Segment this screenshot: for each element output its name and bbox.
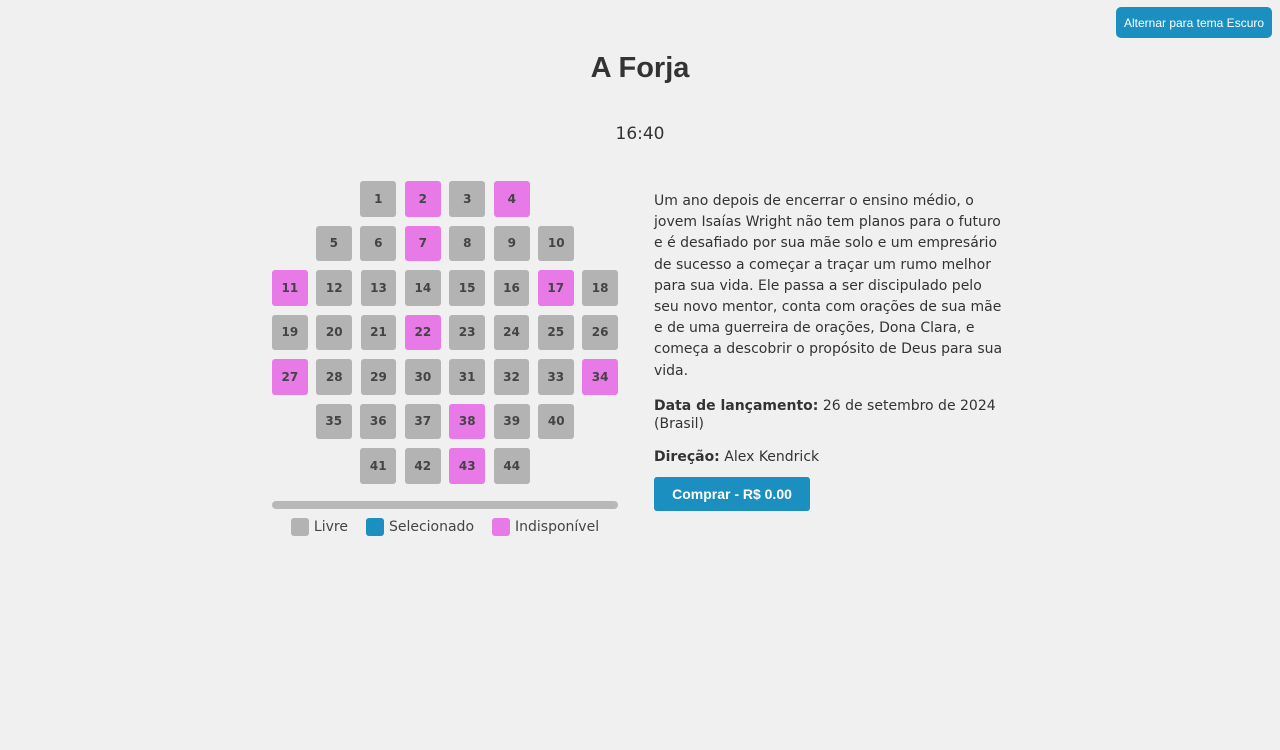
- movie-synopsis: Um ano depois de encerrar o ensino médio…: [654, 193, 1003, 379]
- legend-free-swatch: [290, 518, 309, 536]
- seat-24[interactable]: 24: [493, 314, 530, 350]
- seat-26[interactable]: 26: [582, 314, 618, 350]
- seat-row: 5 6 7 8 9 10: [272, 225, 618, 261]
- seat-1[interactable]: 1: [360, 181, 397, 217]
- legend-unavailable-label: Indisponível: [515, 519, 600, 535]
- seat-13[interactable]: 13: [360, 270, 397, 306]
- seat-11: 11: [272, 270, 308, 306]
- seat-19[interactable]: 19: [272, 314, 308, 350]
- seat-row: 27 28 29 30 31 32 33 34: [272, 359, 618, 395]
- seat-23[interactable]: 23: [449, 314, 486, 350]
- seat-32[interactable]: 32: [493, 359, 530, 395]
- seat-5[interactable]: 5: [315, 225, 352, 261]
- seat-20[interactable]: 20: [316, 314, 353, 350]
- seat-18[interactable]: 18: [582, 270, 618, 306]
- release-date: Data de lançamento: 26 de setembro de 20…: [654, 397, 1010, 433]
- seat-row: 1234: [272, 181, 618, 217]
- legend-unavailable: Indisponível: [492, 518, 599, 536]
- director-value: Alex Kendrick: [724, 448, 820, 465]
- seat-30[interactable]: 30: [404, 359, 441, 395]
- seat-21[interactable]: 21: [360, 314, 397, 350]
- seat-37[interactable]: 37: [404, 403, 441, 439]
- seat-29[interactable]: 29: [360, 359, 397, 395]
- seat-row: 11 12 13 14 15 16 17 18: [272, 270, 618, 306]
- seat-43: 43: [449, 448, 486, 484]
- seat-38: 38: [449, 403, 486, 439]
- legend-free: Livre: [290, 518, 348, 536]
- legend-selected-swatch: [365, 518, 384, 536]
- seat-map: 1 2 3 4 5 6 7 8 9 10 11 12 13 14 15 16 17 18 19 20 21 22 23 24 2…: [272, 181, 618, 493]
- seat-35[interactable]: 35: [315, 403, 352, 439]
- session-time: 16:40: [615, 124, 665, 144]
- seat-10[interactable]: 10: [538, 225, 575, 261]
- seat-row: 35 36 37 38 39 40: [272, 403, 618, 439]
- director-label: Direção:: [654, 448, 720, 465]
- director: Direção: Alex Kendrick: [654, 447, 1010, 468]
- seat-42[interactable]: 42: [404, 448, 441, 484]
- seat-28[interactable]: 28: [316, 359, 353, 395]
- seat-16[interactable]: 16: [493, 270, 530, 306]
- legend-selected-label: Selecionado: [388, 519, 475, 535]
- theme-toggle-button[interactable]: Alternar para tema Escuro: [1116, 7, 1272, 38]
- seat-legend: Livre Selecionado Indisponível: [272, 518, 618, 536]
- seat-9[interactable]: 9: [493, 225, 530, 261]
- seat-2: 2: [404, 181, 441, 217]
- release-label: Data de lançamento:: [654, 397, 819, 414]
- buy-button[interactable]: Comprar - R$ 0.00: [654, 477, 810, 511]
- legend-selected: Selecionado: [365, 518, 475, 536]
- movie-info: Um ano depois de encerrar o ensino médio…: [654, 191, 1010, 484]
- seat-6[interactable]: 6: [360, 225, 397, 261]
- seat-34: 34: [582, 359, 618, 395]
- seat-row: 19 20 21 22 23 24 25 26: [272, 314, 618, 350]
- seat-36[interactable]: 36: [360, 403, 397, 439]
- seat-7: 7: [404, 225, 441, 261]
- seat-25[interactable]: 25: [537, 314, 574, 350]
- seat-row: 41 42 43 44: [272, 448, 618, 484]
- movie-title: A Forja: [590, 52, 690, 84]
- seat-12[interactable]: 12: [316, 270, 353, 306]
- seat-15[interactable]: 15: [449, 270, 486, 306]
- seat-33[interactable]: 33: [537, 359, 574, 395]
- seat-4: 4: [493, 181, 530, 217]
- seat-41[interactable]: 41: [360, 448, 397, 484]
- screen-bar: [272, 501, 618, 509]
- seat-14[interactable]: 14: [404, 270, 441, 306]
- seat-3[interactable]: 3: [449, 181, 486, 217]
- legend-unavailable-swatch: [492, 518, 511, 536]
- seat-44[interactable]: 44: [493, 448, 530, 484]
- seat-40[interactable]: 40: [538, 403, 575, 439]
- legend-free-label: Livre: [313, 519, 348, 535]
- seat-22: 22: [404, 314, 441, 350]
- seat-27: 27: [272, 359, 308, 395]
- seat-17: 17: [537, 270, 574, 306]
- seat-31[interactable]: 31: [449, 359, 486, 395]
- seat-39[interactable]: 39: [493, 403, 530, 439]
- seat-8[interactable]: 8: [449, 225, 486, 261]
